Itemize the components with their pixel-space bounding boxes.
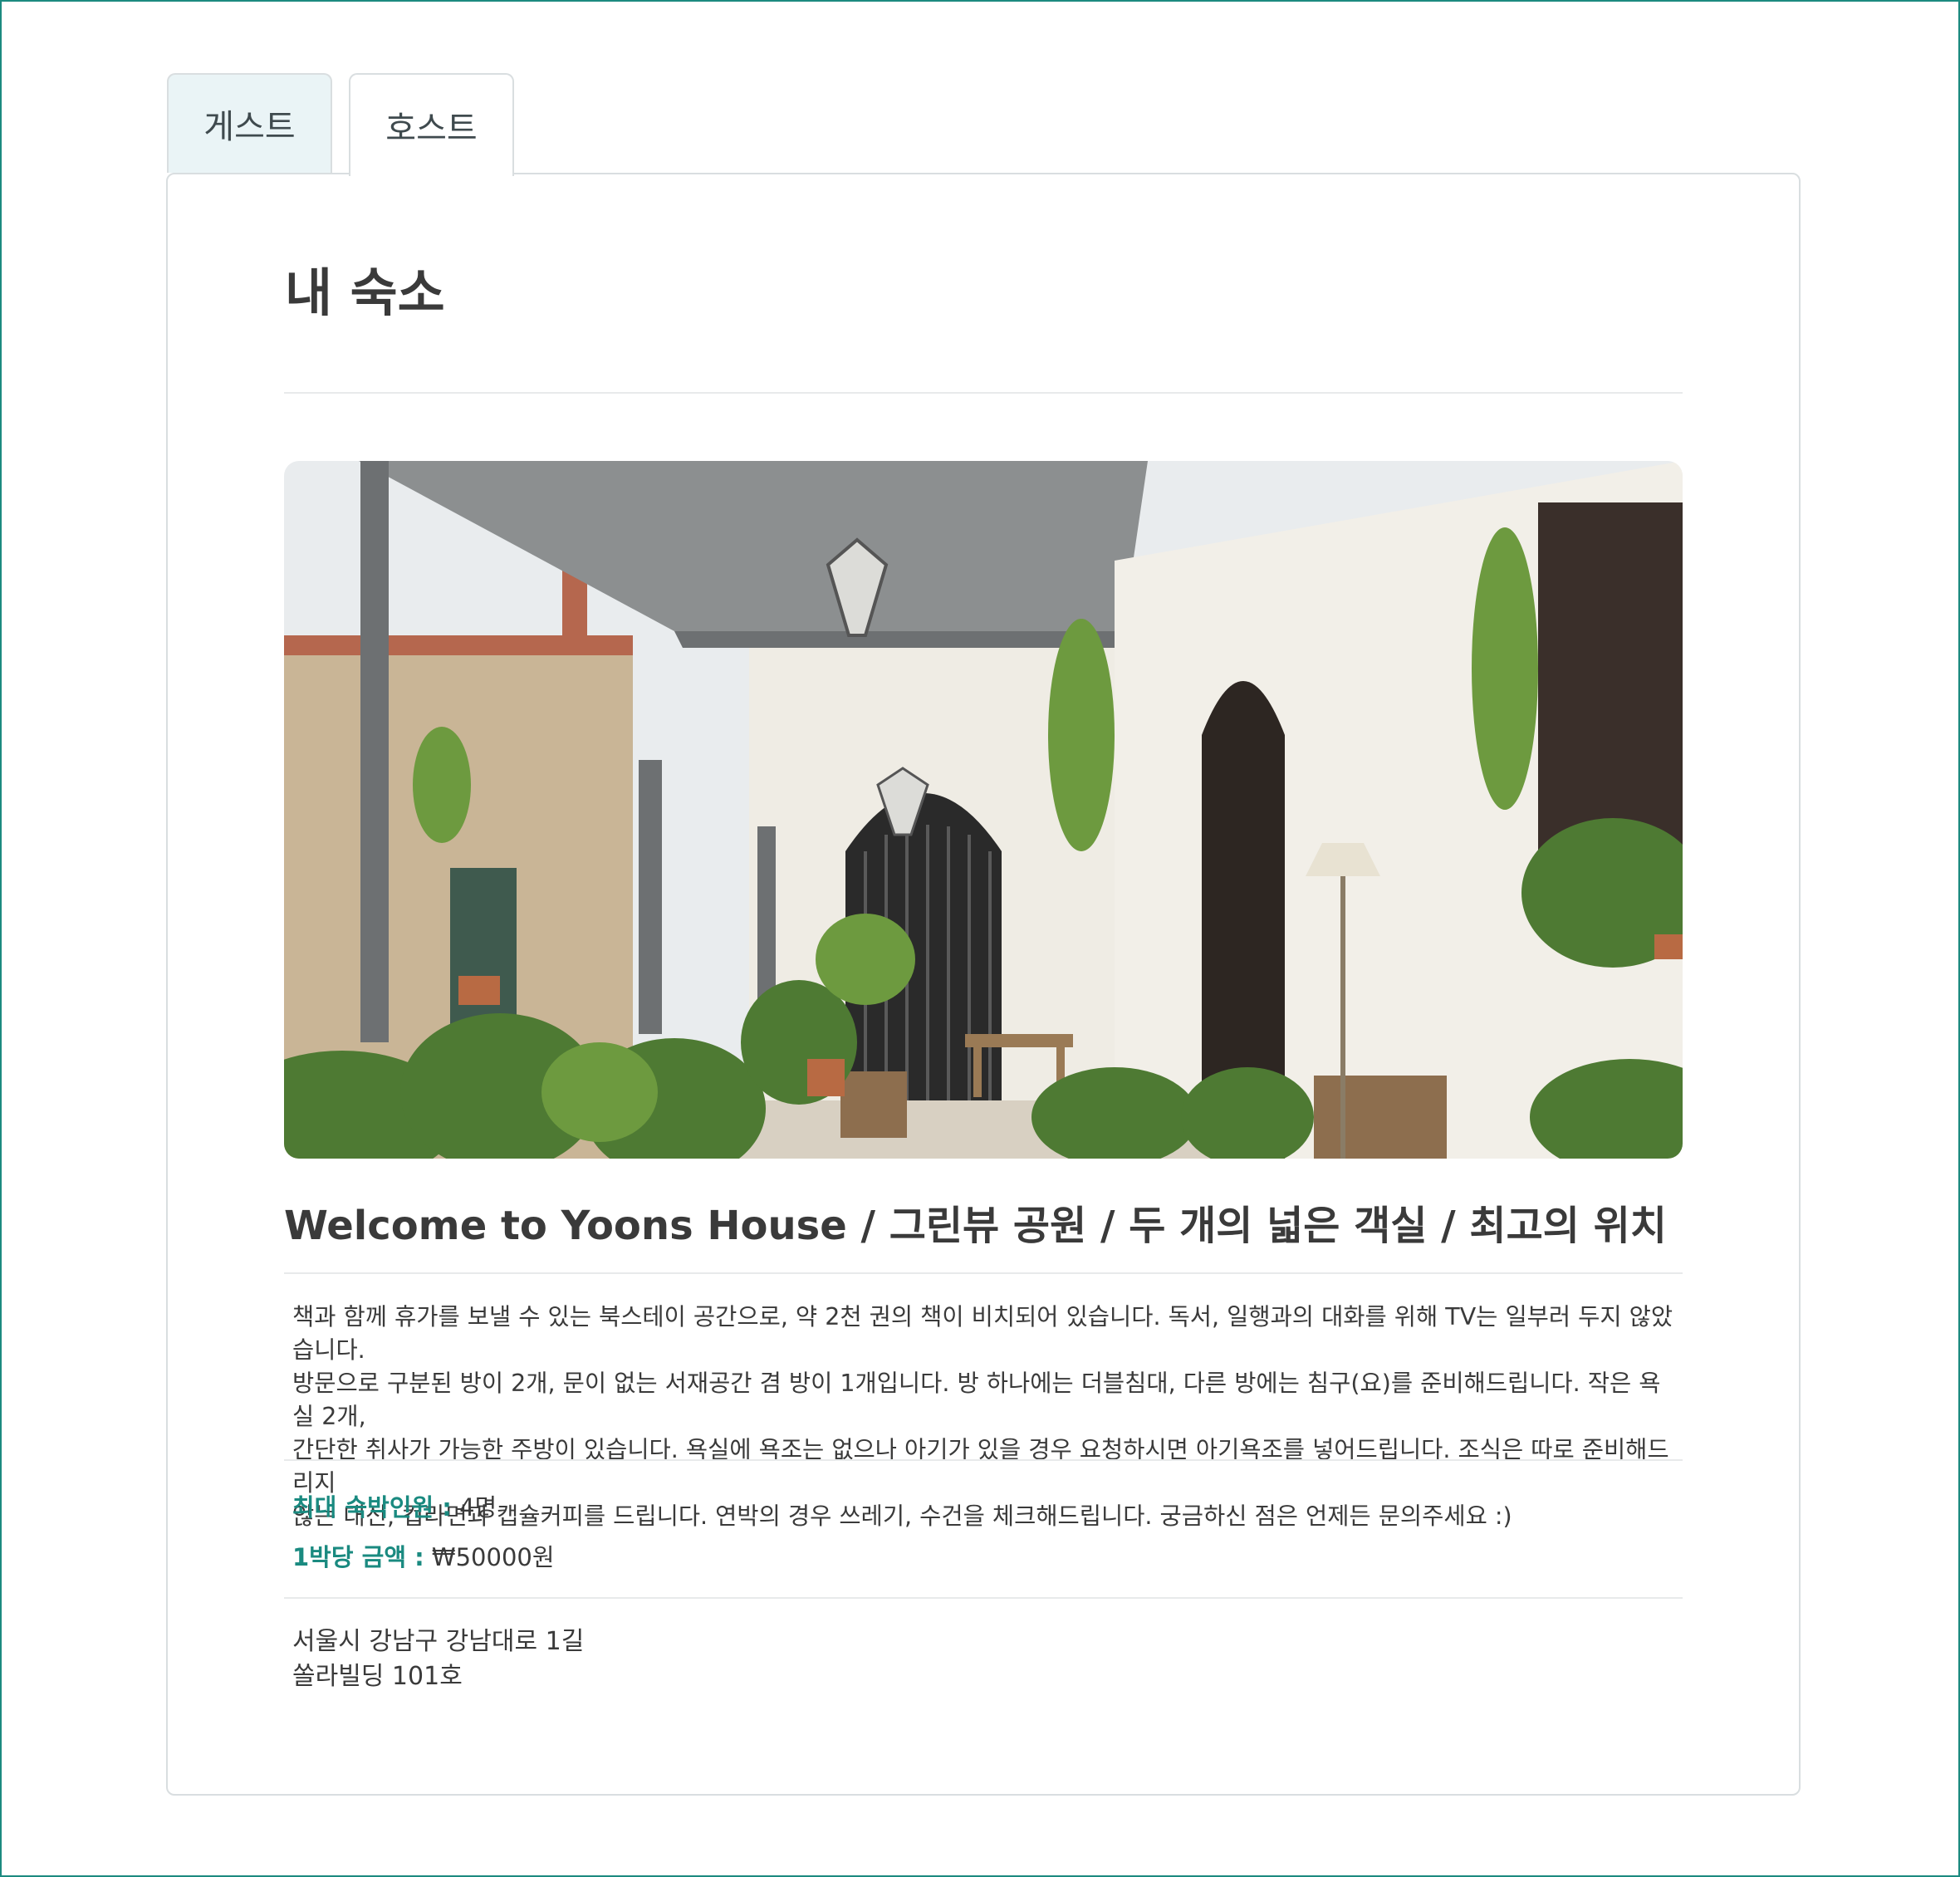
description-line: 간단한 취사가 가능한 주방이 있습니다. 욕실에 욕조는 없으나 아기가 있을… xyxy=(292,1436,1669,1497)
address-line1: 서울시 강남구 강남대로 1길 xyxy=(292,1627,585,1656)
listing-address: 서울시 강남구 강남대로 1길 쏠라빌딩 101호 xyxy=(292,1625,584,1694)
page-title: 내 숙소 xyxy=(285,262,445,323)
tab-host[interactable]: 호스트 xyxy=(349,73,514,176)
listing-description: 책과 함께 휴가를 보낼 수 있는 북스테이 공간으로, 약 2천 권의 책이 … xyxy=(292,1301,1681,1533)
description-line: 방문으로 구분된 방이 2개, 문이 없는 서재공간 겸 방이 1개입니다. 방… xyxy=(292,1370,1661,1430)
title-underline xyxy=(284,1272,1683,1274)
price-value: ₩50000원 xyxy=(431,1543,555,1571)
tab-guest[interactable]: 게스트 xyxy=(167,73,332,173)
price-row: 1박당 금액 : ₩50000원 xyxy=(292,1538,555,1573)
price-label: 1박당 금액 : xyxy=(292,1543,424,1571)
description-line: 책과 함께 휴가를 보낼 수 있는 북스테이 공간으로, 약 2천 권의 책이 … xyxy=(292,1303,1673,1364)
description-divider xyxy=(284,1459,1683,1461)
listing-photo xyxy=(284,461,1683,1159)
max-guests-value: 4명 xyxy=(459,1493,497,1522)
address-line2: 쏠라빌딩 101호 xyxy=(292,1662,463,1691)
max-guests-row: 최대 숙박인원 : 4명 xyxy=(292,1488,497,1523)
listing-title: Welcome to Yoons House / 그린뷰 공원 / 두 개의 넓… xyxy=(284,1203,1667,1249)
description-line: 않는 대신, 컵라면과 캡슐커피를 드립니다. 연박의 경우 쓰레기, 수건을 … xyxy=(292,1502,1512,1530)
info-divider xyxy=(284,1597,1683,1599)
title-divider xyxy=(284,392,1683,394)
max-guests-label: 최대 숙박인원 : xyxy=(292,1493,452,1522)
